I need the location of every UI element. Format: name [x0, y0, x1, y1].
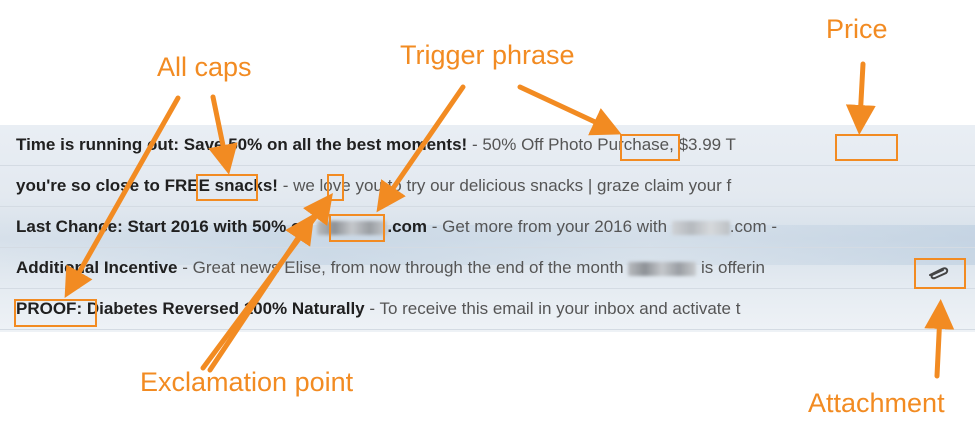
annotation-exclamation-point: Exclamation point — [140, 367, 354, 397]
email-subject: Additional Incentive — [16, 258, 178, 277]
email-snippet: we love you to try our delicious snacks … — [293, 176, 732, 195]
email-subject-domain: .com — [387, 217, 428, 236]
email-snippet: To receive this email in your inbox and … — [379, 299, 741, 318]
annotation-price: Price — [826, 14, 888, 44]
email-row[interactable]: you're so close to FREE snacks! - we lov… — [0, 166, 975, 207]
email-list: Time is running out: Save 50% on all the… — [0, 125, 975, 332]
highlight-price — [835, 134, 898, 161]
highlight-proof — [14, 299, 97, 327]
email-subject: Time is running out: Save 50% on all the… — [16, 135, 468, 154]
highlight-exclamation — [327, 174, 344, 201]
arrow-trigger-50-off-2 — [517, 84, 622, 136]
redacted-sender — [671, 220, 730, 235]
highlight-free — [196, 174, 258, 201]
email-subject: Last Chance: Start 2016 with 50% off — [16, 217, 318, 236]
redacted-sender — [628, 261, 697, 276]
email-separator: - — [427, 217, 443, 236]
email-row[interactable]: Time is running out: Save 50% on all the… — [0, 125, 975, 166]
email-separator: - — [467, 135, 483, 154]
email-row[interactable]: Last Chance: Start 2016 with 50% off .co… — [0, 207, 975, 248]
email-separator: - — [177, 258, 193, 277]
email-snippet-end: .com - — [729, 217, 777, 236]
email-snippet: Great news Elise, from now through the e… — [192, 258, 629, 277]
email-snippet-end: is offerin — [696, 258, 765, 277]
arrow-price — [845, 61, 876, 135]
highlight-50-off-trigger — [620, 134, 680, 161]
email-separator: - — [277, 176, 294, 195]
highlight-50-off — [329, 214, 385, 242]
email-snippet: 50% Off Photo Purchase, $3.99 T — [482, 135, 736, 154]
annotation-all-caps: All caps — [157, 52, 252, 82]
email-row[interactable]: Additional Incentive - Great news Elise,… — [0, 248, 975, 289]
email-row[interactable]: PROOF: Diabetes Reversed 100% Naturally … — [0, 289, 975, 330]
email-separator: - — [364, 299, 380, 318]
paperclip-icon — [929, 267, 949, 280]
email-snippet: Get more from your 2016 with — [442, 217, 672, 236]
annotation-attachment: Attachment — [808, 388, 945, 418]
annotation-trigger-phrase: Trigger phrase — [400, 40, 575, 70]
